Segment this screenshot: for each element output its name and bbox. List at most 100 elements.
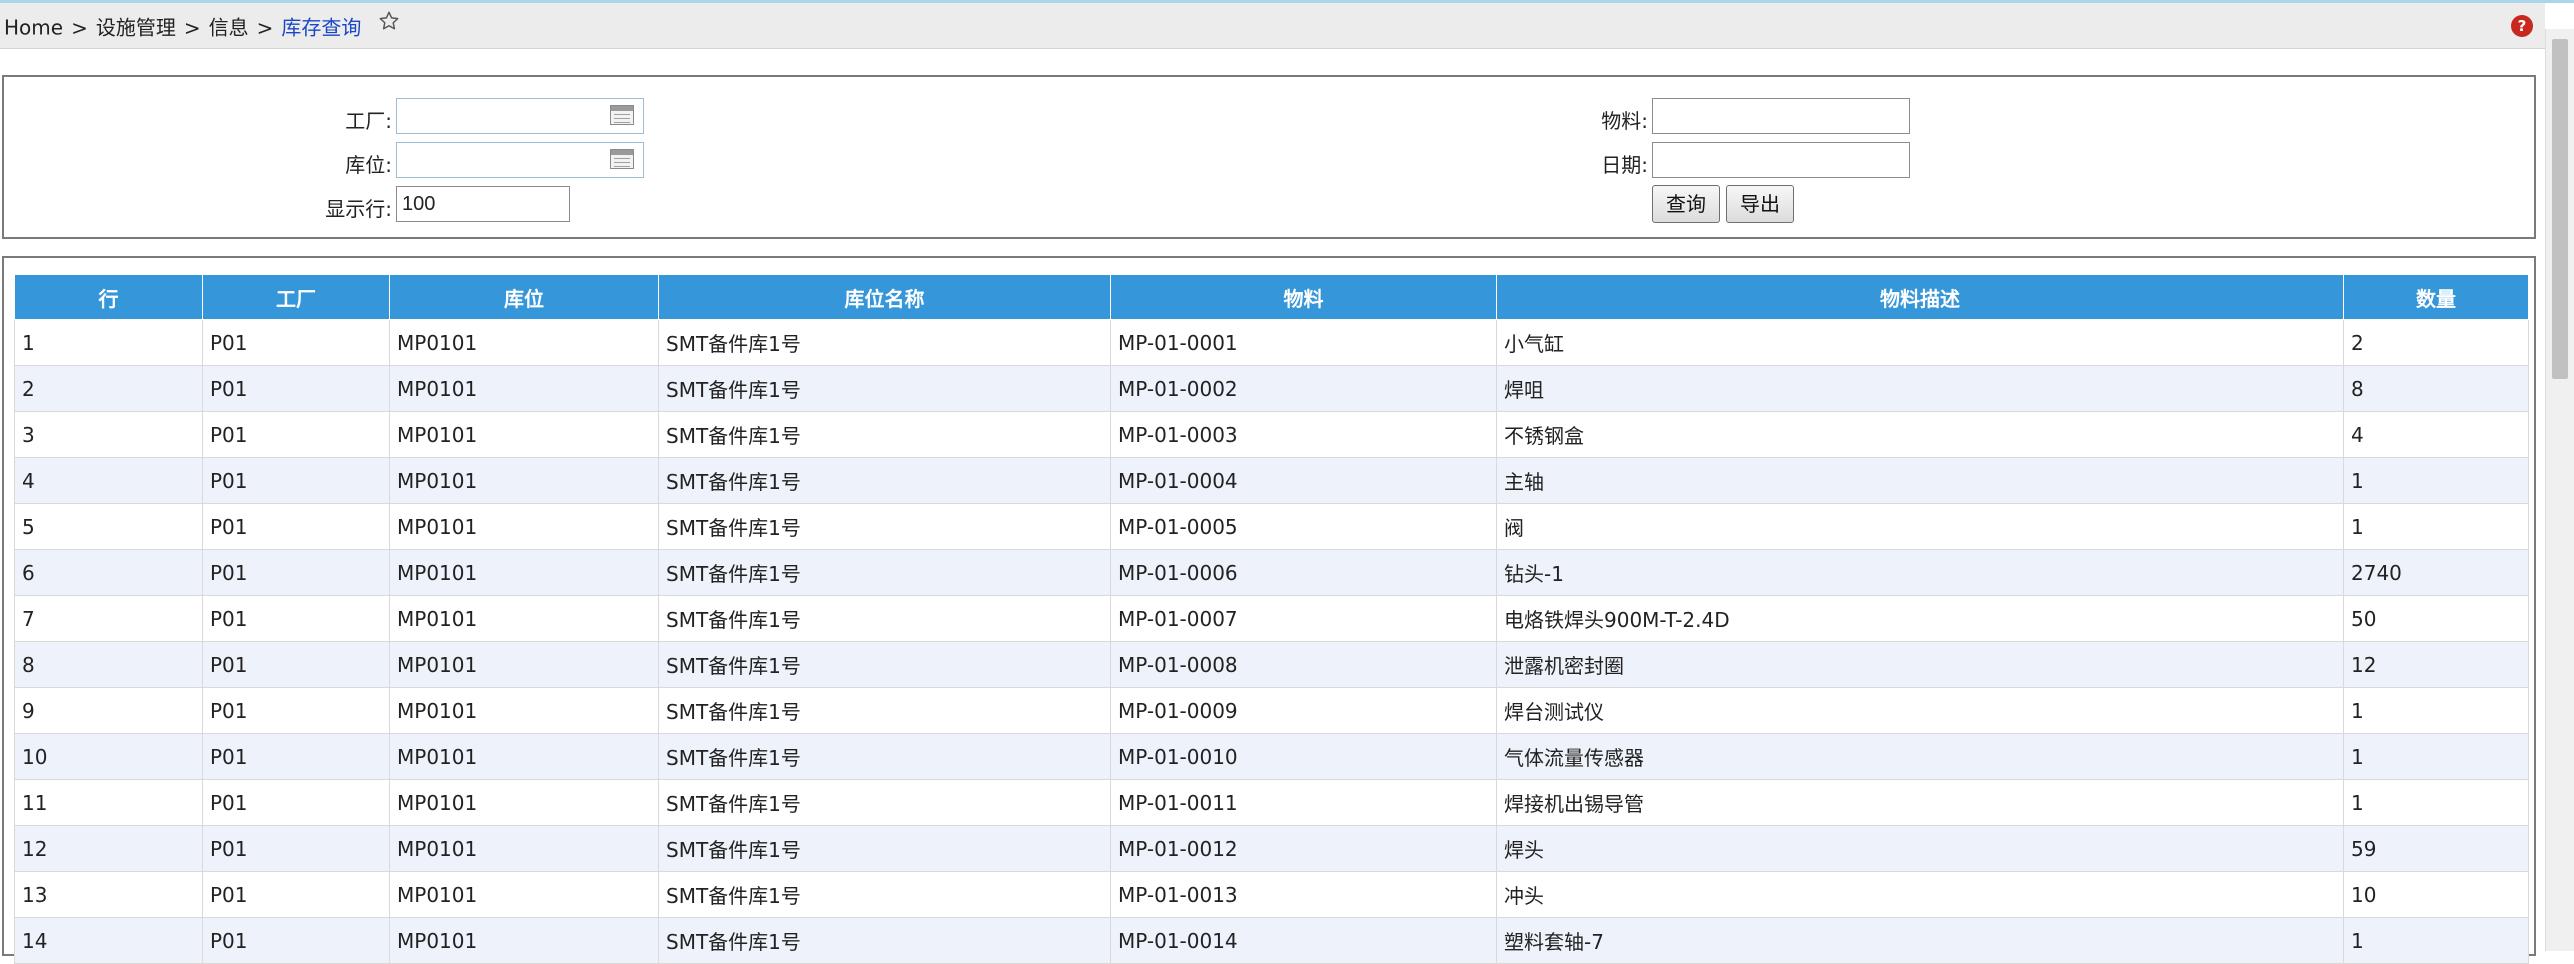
cell-material: MP-01-0010 — [1110, 733, 1497, 780]
table-row[interactable]: 2 P01 MP0101 SMT备件库1号 MP-01-0002 焊咀 8 — [14, 365, 2529, 412]
table-row[interactable]: 10 P01 MP0101 SMT备件库1号 MP-01-0010 气体流量传感器 1 — [14, 733, 2529, 780]
cell-material-desc: 小气缸 — [1496, 319, 2344, 366]
location-input[interactable] — [396, 142, 644, 178]
calendar-icon[interactable] — [610, 149, 634, 169]
material-input[interactable] — [1652, 98, 1910, 134]
cell-row-no: 1 — [14, 319, 203, 366]
table-row[interactable]: 14 P01 MP0101 SMT备件库1号 MP-01-0014 塑料套轴-7 1 — [14, 917, 2529, 964]
table-row[interactable]: 12 P01 MP0101 SMT备件库1号 MP-01-0012 焊头 59 — [14, 825, 2529, 872]
cell-quantity: 1 — [2343, 733, 2529, 780]
query-button[interactable]: 查询 — [1652, 185, 1720, 223]
cell-row-no: 4 — [14, 457, 203, 504]
cell-quantity: 8 — [2343, 365, 2529, 412]
table-row[interactable]: 9 P01 MP0101 SMT备件库1号 MP-01-0009 焊台测试仪 1 — [14, 687, 2529, 734]
calendar-icon[interactable] — [610, 105, 634, 125]
export-button[interactable]: 导出 — [1726, 185, 1794, 223]
cell-row-no: 12 — [14, 825, 203, 872]
cell-material: MP-01-0005 — [1110, 503, 1497, 550]
cell-location-name: SMT备件库1号 — [658, 365, 1111, 412]
cell-location-name: SMT备件库1号 — [658, 871, 1111, 918]
cell-quantity: 2740 — [2343, 549, 2529, 596]
breadcrumb-level1[interactable]: 设施管理 — [96, 16, 176, 40]
cell-plant: P01 — [202, 457, 390, 504]
cell-location: MP0101 — [389, 457, 659, 504]
table-row[interactable]: 13 P01 MP0101 SMT备件库1号 MP-01-0013 冲头 10 — [14, 871, 2529, 918]
column-header-location-name[interactable]: 库位名称 — [658, 274, 1111, 320]
table-row[interactable]: 8 P01 MP0101 SMT备件库1号 MP-01-0008 泄露机密封圈 12 — [14, 641, 2529, 688]
cell-plant: P01 — [202, 779, 390, 826]
cell-material-desc: 气体流量传感器 — [1496, 733, 2344, 780]
cell-quantity: 59 — [2343, 825, 2529, 872]
cell-location: MP0101 — [389, 549, 659, 596]
cell-material-desc: 焊咀 — [1496, 365, 2344, 412]
table-row[interactable]: 7 P01 MP0101 SMT备件库1号 MP-01-0007 电烙铁焊头900M-T-… — [14, 595, 2529, 642]
cell-plant: P01 — [202, 825, 390, 872]
column-header-material-desc[interactable]: 物料描述 — [1496, 274, 2344, 320]
cell-location-name: SMT备件库1号 — [658, 779, 1111, 826]
table-row[interactable]: 1 P01 MP0101 SMT备件库1号 MP-01-0001 小气缸 2 — [14, 319, 2529, 366]
date-label: 日期: — [1601, 153, 1648, 177]
column-header-plant[interactable]: 工厂 — [202, 274, 390, 320]
cell-row-no: 3 — [14, 411, 203, 458]
vertical-scrollbar[interactable] — [2545, 29, 2574, 951]
cell-material-desc: 阀 — [1496, 503, 2344, 550]
star-outline-icon[interactable] — [378, 2, 400, 48]
column-header-material[interactable]: 物料 — [1110, 274, 1497, 320]
cell-row-no: 10 — [14, 733, 203, 780]
cell-location-name: SMT备件库1号 — [658, 641, 1111, 688]
breadcrumb-home[interactable]: Home — [4, 16, 63, 40]
cell-location-name: SMT备件库1号 — [658, 687, 1111, 734]
cell-row-no: 8 — [14, 641, 203, 688]
cell-material: MP-01-0009 — [1110, 687, 1497, 734]
cell-row-no: 9 — [14, 687, 203, 734]
rows-input[interactable]: 100 — [396, 186, 570, 222]
cell-plant: P01 — [202, 687, 390, 734]
cell-location: MP0101 — [389, 595, 659, 642]
table-row[interactable]: 5 P01 MP0101 SMT备件库1号 MP-01-0005 阀 1 — [14, 503, 2529, 550]
cell-material: MP-01-0011 — [1110, 779, 1497, 826]
table-row[interactable]: 4 P01 MP0101 SMT备件库1号 MP-01-0004 主轴 1 — [14, 457, 2529, 504]
cell-quantity: 2 — [2343, 319, 2529, 366]
cell-plant: P01 — [202, 871, 390, 918]
cell-material-desc: 电烙铁焊头900M-T-2.4D — [1496, 595, 2344, 642]
table-row[interactable]: 3 P01 MP0101 SMT备件库1号 MP-01-0003 不锈钢盒 4 — [14, 411, 2529, 458]
help-icon[interactable]: ? — [2511, 15, 2533, 37]
cell-quantity: 1 — [2343, 457, 2529, 504]
cell-material-desc: 主轴 — [1496, 457, 2344, 504]
cell-plant: P01 — [202, 549, 390, 596]
material-label: 物料: — [1601, 109, 1648, 133]
cell-location: MP0101 — [389, 733, 659, 780]
cell-row-no: 11 — [14, 779, 203, 826]
plant-input[interactable] — [396, 98, 644, 134]
breadcrumb-separator: > — [256, 15, 274, 40]
cell-location-name: SMT备件库1号 — [658, 825, 1111, 872]
scrollbar-thumb[interactable] — [2552, 39, 2568, 379]
cell-material-desc: 钻头-1 — [1496, 549, 2344, 596]
cell-location-name: SMT备件库1号 — [658, 549, 1111, 596]
cell-quantity: 4 — [2343, 411, 2529, 458]
cell-plant: P01 — [202, 365, 390, 412]
cell-plant: P01 — [202, 641, 390, 688]
cell-quantity: 1 — [2343, 503, 2529, 550]
cell-row-no: 14 — [14, 917, 203, 964]
cell-material-desc: 泄露机密封圈 — [1496, 641, 2344, 688]
column-header-location[interactable]: 库位 — [389, 274, 659, 320]
date-input[interactable] — [1652, 142, 1910, 178]
column-header-quantity[interactable]: 数量 — [2343, 274, 2529, 320]
cell-location: MP0101 — [389, 779, 659, 826]
cell-material: MP-01-0008 — [1110, 641, 1497, 688]
cell-material: MP-01-0013 — [1110, 871, 1497, 918]
inventory-table: 行 工厂 库位 库位名称 物料 物料描述 数量 1 P01 MP0101 SMT备件库… — [14, 274, 2529, 964]
plant-label: 工厂: — [345, 109, 392, 133]
cell-location: MP0101 — [389, 411, 659, 458]
table-row[interactable]: 11 P01 MP0101 SMT备件库1号 MP-01-0011 焊接机出锡导管 1 — [14, 779, 2529, 826]
cell-material-desc: 焊头 — [1496, 825, 2344, 872]
breadcrumb-level2[interactable]: 信息 — [209, 16, 249, 40]
cell-plant: P01 — [202, 319, 390, 366]
table-row[interactable]: 6 P01 MP0101 SMT备件库1号 MP-01-0006 钻头-1 2740 — [14, 549, 2529, 596]
cell-location-name: SMT备件库1号 — [658, 595, 1111, 642]
breadcrumb: Home > 设施管理 > 信息 > 库存查询 ? — [0, 3, 2545, 49]
column-header-row-no[interactable]: 行 — [14, 274, 203, 320]
cell-row-no: 2 — [14, 365, 203, 412]
cell-plant: P01 — [202, 595, 390, 642]
